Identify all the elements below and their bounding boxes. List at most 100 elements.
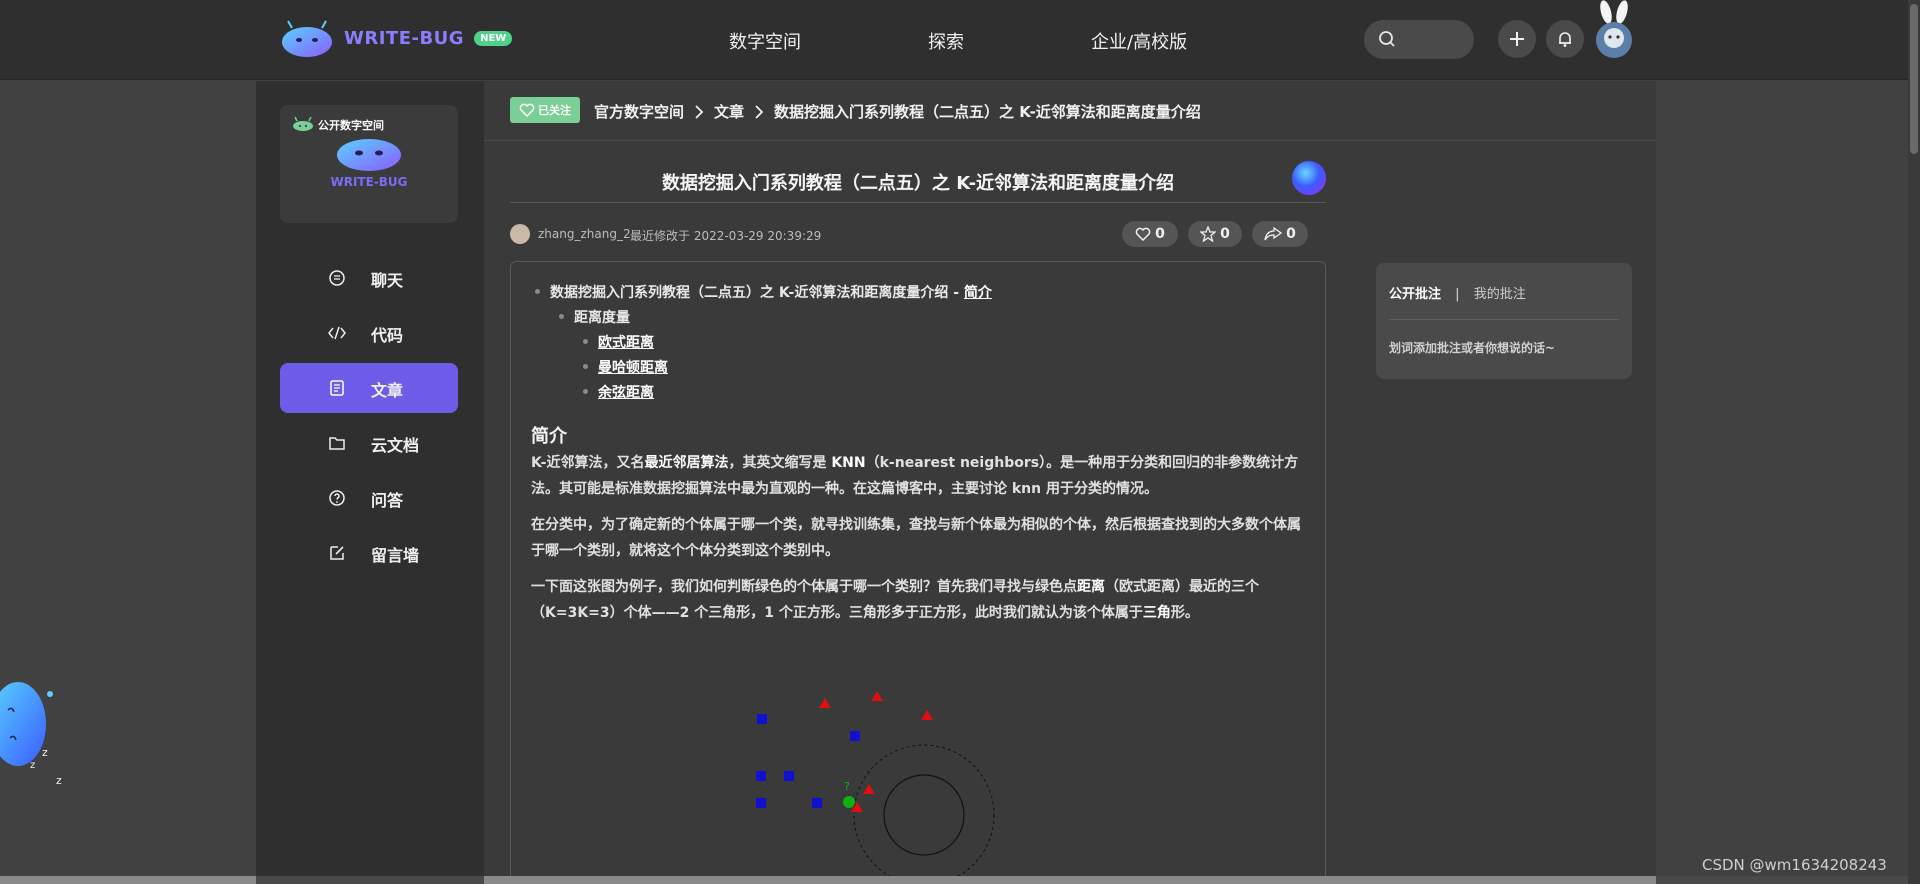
sidebar-item-qa[interactable]: 问答 bbox=[280, 473, 458, 523]
tab-my-annotations[interactable]: 我的批注 bbox=[1474, 287, 1526, 302]
scrollbar-thumb[interactable] bbox=[484, 876, 1656, 884]
space-badge-icon[interactable] bbox=[1292, 161, 1326, 195]
logo[interactable]: WRITE-BUG NEW bbox=[280, 18, 513, 58]
search-icon bbox=[1379, 31, 1395, 47]
title-row: 数据挖掘入门系列教程（二点五）之 K-近邻算法和距离度量介绍 bbox=[510, 161, 1326, 203]
heart-icon bbox=[519, 103, 535, 117]
vertical-scrollbar[interactable] bbox=[1908, 0, 1920, 884]
sidebar-item-chat[interactable]: 聊天 bbox=[280, 253, 458, 303]
annotation-hint: 划词添加批注或者你想说的话~ bbox=[1389, 341, 1556, 355]
square-point bbox=[850, 731, 860, 741]
sidebar: 公开数字空间 WRITE-BUG 聊天 代码 文章 云文档 问答 留言墙 bbox=[256, 81, 484, 884]
query-label: ? bbox=[844, 780, 850, 793]
divider bbox=[1389, 319, 1619, 320]
toc-link-euclidean[interactable]: 欧式距离 bbox=[598, 335, 654, 351]
square-point bbox=[784, 771, 794, 781]
robot-icon bbox=[293, 117, 313, 131]
page-title: 数据挖掘入门系列教程（二点五）之 K-近邻算法和距离度量介绍 bbox=[661, 173, 1175, 194]
user-avatar[interactable] bbox=[1592, 0, 1636, 60]
scrollbar-thumb[interactable] bbox=[0, 876, 256, 884]
author-avatar[interactable] bbox=[510, 224, 530, 244]
triangle-point bbox=[921, 710, 933, 720]
sidebar-item-cloud-docs[interactable]: 云文档 bbox=[280, 418, 458, 468]
breadcrumb-articles[interactable]: 文章 bbox=[714, 101, 744, 122]
mascot-logo-icon bbox=[282, 20, 332, 57]
scrollbar-thumb[interactable] bbox=[1910, 4, 1918, 154]
square-point bbox=[756, 798, 766, 808]
plus-icon bbox=[1510, 32, 1524, 46]
last-edited: 最近修改于 2022-03-29 20:39:29 bbox=[630, 229, 822, 243]
triangle-point bbox=[871, 691, 883, 701]
breadcrumb-official-space[interactable]: 官方数字空间 bbox=[594, 101, 684, 122]
toc-distance: 距离度量 bbox=[559, 307, 630, 327]
favorite-count: 0 bbox=[1220, 226, 1230, 242]
space-card[interactable]: 公开数字空间 WRITE-BUG bbox=[280, 105, 458, 223]
sidebar-item-label: 云文档 bbox=[371, 436, 420, 455]
edit-icon bbox=[330, 546, 344, 560]
knn-figure: ? bbox=[756, 691, 995, 884]
k3-circle bbox=[883, 774, 965, 856]
space-mascot-icon bbox=[337, 139, 401, 171]
annotation-panel: 公开批注 | 我的批注 划词添加批注或者你想说的话~ bbox=[1376, 263, 1632, 379]
space-brand: WRITE-BUG bbox=[330, 175, 408, 189]
sleeping-mascot-icon[interactable]: z z z bbox=[0, 660, 70, 790]
nav-enterprise[interactable]: 企业/高校版 bbox=[1091, 28, 1187, 54]
chat-icon bbox=[329, 270, 345, 286]
sidebar-item-message-wall[interactable]: 留言墙 bbox=[280, 528, 458, 578]
article-body: 数据挖掘入门系列教程（二点五）之 K-近邻算法和距离度量介绍 - 简介 距离度量… bbox=[510, 261, 1326, 884]
nav-explore[interactable]: 探索 bbox=[928, 28, 964, 54]
question-icon bbox=[329, 490, 345, 506]
tab-separator: | bbox=[1455, 287, 1460, 302]
horizontal-scrollbar[interactable] bbox=[0, 876, 1908, 884]
article-icon bbox=[330, 380, 344, 396]
notifications-button[interactable] bbox=[1546, 20, 1584, 58]
toc-euclidean: 欧式距离 bbox=[583, 332, 654, 352]
share-icon bbox=[1264, 227, 1283, 241]
toc-manhattan: 曼哈顿距离 bbox=[583, 357, 668, 377]
toc-link-manhattan[interactable]: 曼哈顿距离 bbox=[598, 360, 668, 376]
sidebar-item-label: 留言墙 bbox=[371, 546, 420, 565]
square-point bbox=[757, 714, 767, 724]
toc-root: 数据挖掘入门系列教程（二点五）之 K-近邻算法和距离度量介绍 - 简介 bbox=[535, 282, 992, 302]
followed-label: 已关注 bbox=[538, 104, 571, 117]
breadcrumb-current: 数据挖掘入门系列教程（二点五）之 K-近邻算法和距离度量介绍 bbox=[774, 103, 1201, 121]
heart-icon bbox=[1135, 227, 1151, 241]
article-meta: zhang_zhang_2 最近修改于 2022-03-29 20:39:29 … bbox=[510, 221, 1326, 247]
like-count: 0 bbox=[1155, 226, 1165, 242]
watermark: CSDN @wm1634208243 bbox=[1702, 856, 1887, 874]
toc-cosine: 余弦距离 bbox=[583, 382, 654, 402]
sidebar-item-article[interactable]: 文章 bbox=[280, 363, 458, 413]
paragraph-2: 在分类中，为了确定新的个体属于哪一个类，就寻找训练集，查找与新个体最为相似的个体… bbox=[531, 517, 1301, 559]
add-button[interactable] bbox=[1498, 20, 1536, 58]
breadcrumb: 已关注 官方数字空间 文章 数据挖掘入门系列教程（二点五）之 K-近邻算法和距离… bbox=[484, 81, 1656, 141]
triangle-point bbox=[819, 698, 831, 708]
author-name[interactable]: zhang_zhang_2 bbox=[538, 227, 631, 241]
paragraph-3: 一下面这张图为例子，我们如何判断绿色的个体属于哪一个类别？首先我们寻找与绿色点距… bbox=[531, 579, 1259, 621]
toc-link-intro[interactable]: 简介 bbox=[964, 285, 992, 301]
chevron-right-icon bbox=[755, 104, 764, 119]
share-button[interactable]: 0 bbox=[1252, 221, 1308, 247]
search-input[interactable] bbox=[1364, 20, 1474, 59]
folder-icon bbox=[329, 437, 345, 450]
sidebar-item-code[interactable]: 代码 bbox=[280, 308, 458, 358]
nav-digital-space[interactable]: 数字空间 bbox=[729, 28, 801, 54]
sidebar-item-label: 聊天 bbox=[371, 271, 404, 290]
main-content: 已关注 官方数字空间 文章 数据挖掘入门系列教程（二点五）之 K-近邻算法和距离… bbox=[484, 81, 1656, 884]
section-heading: 简介 bbox=[531, 426, 567, 447]
chevron-right-icon bbox=[695, 104, 704, 119]
code-icon bbox=[328, 326, 346, 340]
tab-public-annotations[interactable]: 公开批注 bbox=[1389, 287, 1441, 302]
svg-text:z: z bbox=[42, 746, 48, 759]
paragraph-1: K-近邻算法，又名最近邻居算法，其英文缩写是 KNN（k-nearest nei… bbox=[531, 455, 1299, 497]
triangle-point bbox=[863, 784, 875, 794]
toc-link-cosine[interactable]: 余弦距离 bbox=[598, 385, 654, 401]
like-button[interactable]: 0 bbox=[1122, 221, 1178, 247]
top-navbar: WRITE-BUG NEW 数字空间 探索 企业/高校版 bbox=[0, 0, 1920, 80]
sidebar-item-label: 代码 bbox=[371, 326, 404, 345]
star-icon bbox=[1200, 226, 1217, 242]
followed-button[interactable]: 已关注 bbox=[510, 97, 580, 123]
favorite-button[interactable]: 0 bbox=[1188, 221, 1242, 247]
k5-circle bbox=[853, 744, 995, 884]
share-count: 0 bbox=[1286, 226, 1296, 242]
logo-text: WRITE-BUG bbox=[344, 27, 465, 49]
